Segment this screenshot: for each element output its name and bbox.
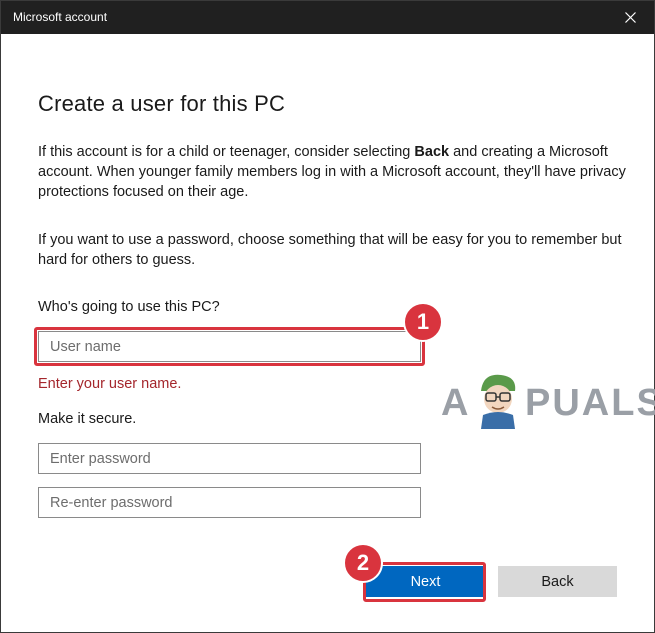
next-button[interactable]: Next (366, 566, 485, 597)
info-text-bold: Back (414, 144, 450, 160)
password-info: If you want to use a password, choose so… (38, 232, 622, 268)
close-icon (625, 12, 636, 23)
appuals-mascot-icon (481, 374, 516, 429)
close-button[interactable] (608, 1, 654, 34)
child-account-info: If this account is for a child or teenag… (38, 142, 628, 202)
appuals-watermark: A PUALS (441, 369, 655, 429)
username-error: Enter your user name. (38, 376, 182, 392)
page-title: Create a user for this PC (38, 91, 286, 116)
username-input[interactable] (38, 331, 421, 362)
password-input[interactable] (38, 443, 421, 474)
step-badge-2: 2 (343, 543, 383, 583)
title-bar: Microsoft account (1, 1, 654, 34)
watermark-letters: PUALS (525, 382, 655, 424)
back-button[interactable]: Back (498, 566, 617, 597)
microsoft-account-dialog: Microsoft account Create a user for this… (0, 0, 655, 633)
info-text-start: If this account is for a child or teenag… (38, 144, 415, 160)
reenter-password-input[interactable] (38, 487, 421, 518)
who-label: Who's going to use this PC? (38, 299, 220, 315)
step-badge-1: 1 (403, 302, 443, 342)
watermark-letter-a: A (441, 382, 471, 424)
secure-label: Make it secure. (38, 411, 137, 427)
window-title: Microsoft account (13, 10, 108, 24)
